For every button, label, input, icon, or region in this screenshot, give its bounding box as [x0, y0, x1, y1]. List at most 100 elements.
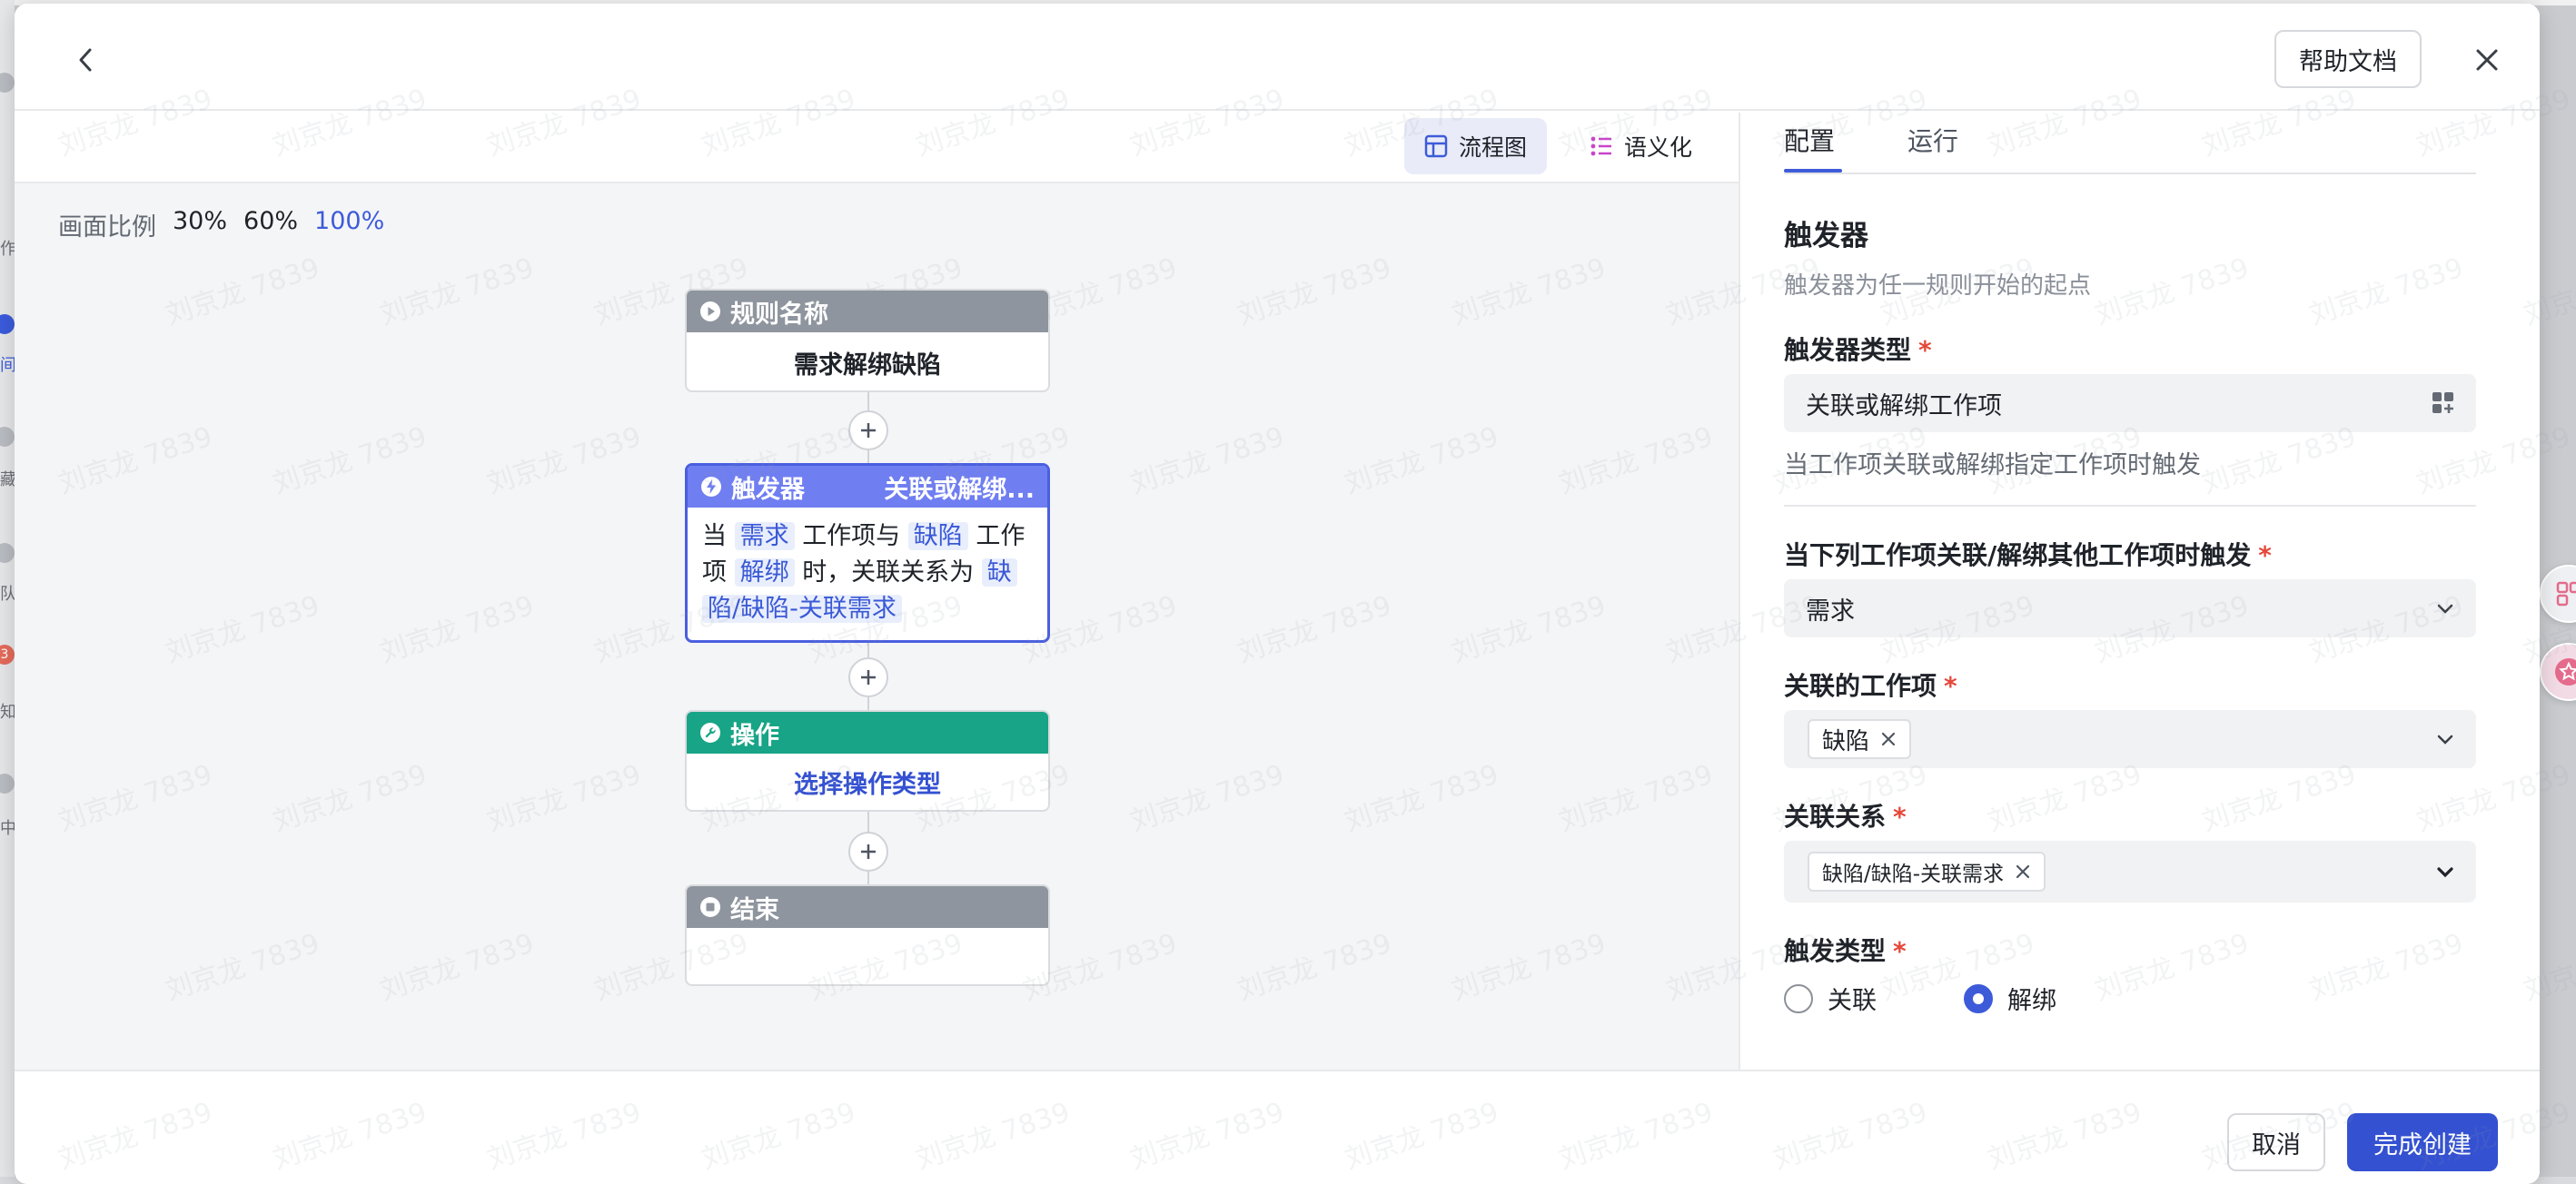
trigger-text: 时，关联关系为: [802, 558, 975, 587]
trigger-tag-defect: 缺陷: [907, 522, 968, 550]
relation-chip: 缺陷/缺陷-关联需求: [1808, 852, 2046, 892]
trigger-node-header: 触发器 关联或解绑...: [688, 466, 1047, 508]
settings-tabs: 配置 运行: [1784, 113, 2476, 174]
active-tab-indicator: [1784, 169, 1842, 173]
tab-run[interactable]: 运行: [1907, 122, 1958, 158]
relation-label: 关联关系 *: [1784, 797, 1907, 834]
source-item-label-text: 当下列工作项关联/解绑其他工作项时触发: [1784, 540, 2252, 570]
add-step-button[interactable]: [848, 657, 888, 697]
tab-semantic[interactable]: 语义化: [1570, 118, 1712, 174]
view-toggle-bar: 流程图 语义化: [15, 113, 1740, 183]
section-title: 触发器: [1784, 220, 1868, 252]
complete-create-button[interactable]: 完成创建: [2347, 1113, 2498, 1171]
trigger-node-title: 触发器: [731, 475, 805, 504]
source-item-label: 当下列工作项关联/解绑其他工作项时触发 *: [1784, 536, 2272, 572]
trigger-node-description: 当 需求 工作项与 缺陷 工作 项 解绑 时，关联关系为 缺 陷/缺陷-关联需求: [688, 508, 1047, 627]
trigger-text: 当: [702, 522, 727, 550]
related-item-select[interactable]: 缺陷: [1784, 710, 2476, 768]
chevron-down-icon: [2437, 604, 2453, 614]
radio-unbind[interactable]: [1964, 983, 1993, 1013]
chevron-down-icon: [2437, 735, 2453, 745]
list-icon: [1590, 136, 1611, 156]
trigger-kind-label-text: 触发类型: [1784, 936, 1887, 966]
zoom-option-100[interactable]: 100%: [314, 207, 384, 242]
app-grid-icon: [2432, 392, 2453, 413]
zoom-option-30[interactable]: 30%: [173, 207, 227, 242]
apps-icon: [2556, 581, 2576, 607]
back-button[interactable]: [65, 40, 105, 80]
add-step-button[interactable]: [848, 832, 888, 872]
tab-flowchart-label: 流程图: [1459, 134, 1528, 161]
star-icon: [2555, 658, 2576, 686]
close-button[interactable]: [2467, 40, 2507, 80]
related-item-chip-label: 缺陷: [1822, 727, 1870, 755]
modal-footer: 取消 完成创建: [15, 1070, 2540, 1184]
tab-semantic-label: 语义化: [1624, 134, 1693, 161]
end-node: 结束: [685, 884, 1050, 986]
background-nav-icon: [0, 427, 15, 447]
flowchart-icon: [1424, 134, 1448, 158]
modal-header: 帮助文档: [15, 4, 2540, 111]
trigger-type-hint: 当工作项关联或解绑指定工作项时触发: [1784, 451, 2201, 479]
background-nav-icon: [0, 314, 15, 334]
trigger-node-title-wrap: 触发器: [700, 469, 805, 505]
rule-name-node[interactable]: 规则名称 需求解绑缺陷: [685, 289, 1050, 392]
background-nav-icon: [0, 543, 15, 563]
source-item-select[interactable]: 需求: [1784, 579, 2476, 637]
background-sidebar: 作 间 藏 队 3 知 中: [0, 0, 16, 1177]
pane-divider: [1739, 113, 1740, 1070]
tab-config[interactable]: 配置: [1784, 122, 1835, 158]
chip-remove-icon[interactable]: [1880, 731, 1897, 747]
rule-name-value: 需求解绑缺陷: [794, 351, 941, 380]
chip-remove-icon[interactable]: [2015, 863, 2031, 880]
background-nav-icon: [0, 774, 15, 794]
zoom-ratio-label: 画面比例: [58, 213, 156, 242]
radio-bind[interactable]: [1784, 983, 1813, 1013]
rule-name-node-header: 规则名称: [687, 291, 1048, 332]
wrench-icon: [700, 723, 720, 743]
zoom-ratio-control: 画面比例 30% 60% 100%: [58, 207, 384, 242]
action-node-header: 操作: [687, 712, 1048, 754]
rule-name-node-title: 规则名称: [730, 300, 828, 329]
required-mark: *: [2258, 540, 2272, 570]
required-mark: *: [1918, 335, 1932, 365]
section-divider: [1784, 505, 2476, 507]
trigger-node[interactable]: 触发器 关联或解绑... 当 需求 工作项与 缺陷 工作 项 解绑 时，关联关系…: [685, 463, 1050, 643]
help-docs-button[interactable]: 帮助文档: [2274, 30, 2422, 88]
background-badge: 3: [0, 645, 15, 665]
select-action-type-link[interactable]: 选择操作类型: [687, 754, 1048, 800]
section-description: 触发器为任一规则开始的起点: [1784, 272, 2092, 300]
trigger-settings-panel: 配置 运行 触发器 触发器为任一规则开始的起点 触发器类型 * 关联或解绑工作项 …: [1784, 113, 2492, 1070]
relation-label-text: 关联关系: [1784, 802, 1887, 832]
zoom-option-60[interactable]: 60%: [243, 207, 298, 242]
required-mark: *: [1893, 802, 1907, 832]
trigger-kind-label: 触发类型 *: [1784, 932, 1907, 968]
end-node-header: 结束: [687, 886, 1048, 928]
plus-icon: [861, 844, 876, 859]
radio-unbind-label: 解绑: [2007, 987, 2056, 1015]
chevron-left-icon: [79, 48, 92, 72]
related-item-label: 关联的工作项 *: [1784, 666, 1957, 703]
trigger-tag-relation: 缺: [981, 558, 1017, 587]
trigger-type-select[interactable]: 关联或解绑工作项: [1784, 374, 2476, 432]
plus-icon: [861, 423, 876, 438]
relation-chip-label: 缺陷/缺陷-关联需求: [1822, 863, 2005, 886]
tab-flowchart[interactable]: 流程图: [1404, 118, 1548, 174]
related-item-chip: 缺陷: [1808, 719, 1912, 759]
add-step-button[interactable]: [848, 410, 888, 450]
plus-icon: [861, 670, 876, 685]
end-node-title: 结束: [730, 895, 779, 924]
radio-bind-label: 关联: [1828, 987, 1877, 1015]
stop-icon: [700, 897, 720, 917]
trigger-text: 项: [702, 558, 727, 587]
action-node[interactable]: 操作 选择操作类型: [685, 710, 1050, 812]
source-item-value: 需求: [1806, 597, 1855, 626]
lightning-icon: [701, 477, 721, 497]
cancel-button[interactable]: 取消: [2227, 1113, 2325, 1171]
flow-canvas: 流程图 语义化 画面比例 30% 60% 100% 规则名称 需求解绑缺陷 触发…: [15, 113, 1740, 1070]
relation-select[interactable]: 缺陷/缺陷-关联需求: [1784, 841, 2476, 903]
trigger-type-label: 触发器类型 *: [1784, 331, 1932, 367]
trigger-tag-requirement: 需求: [734, 522, 795, 550]
background-search-icon: [0, 73, 15, 93]
trigger-type-value: 关联或解绑工作项: [1806, 391, 2002, 420]
